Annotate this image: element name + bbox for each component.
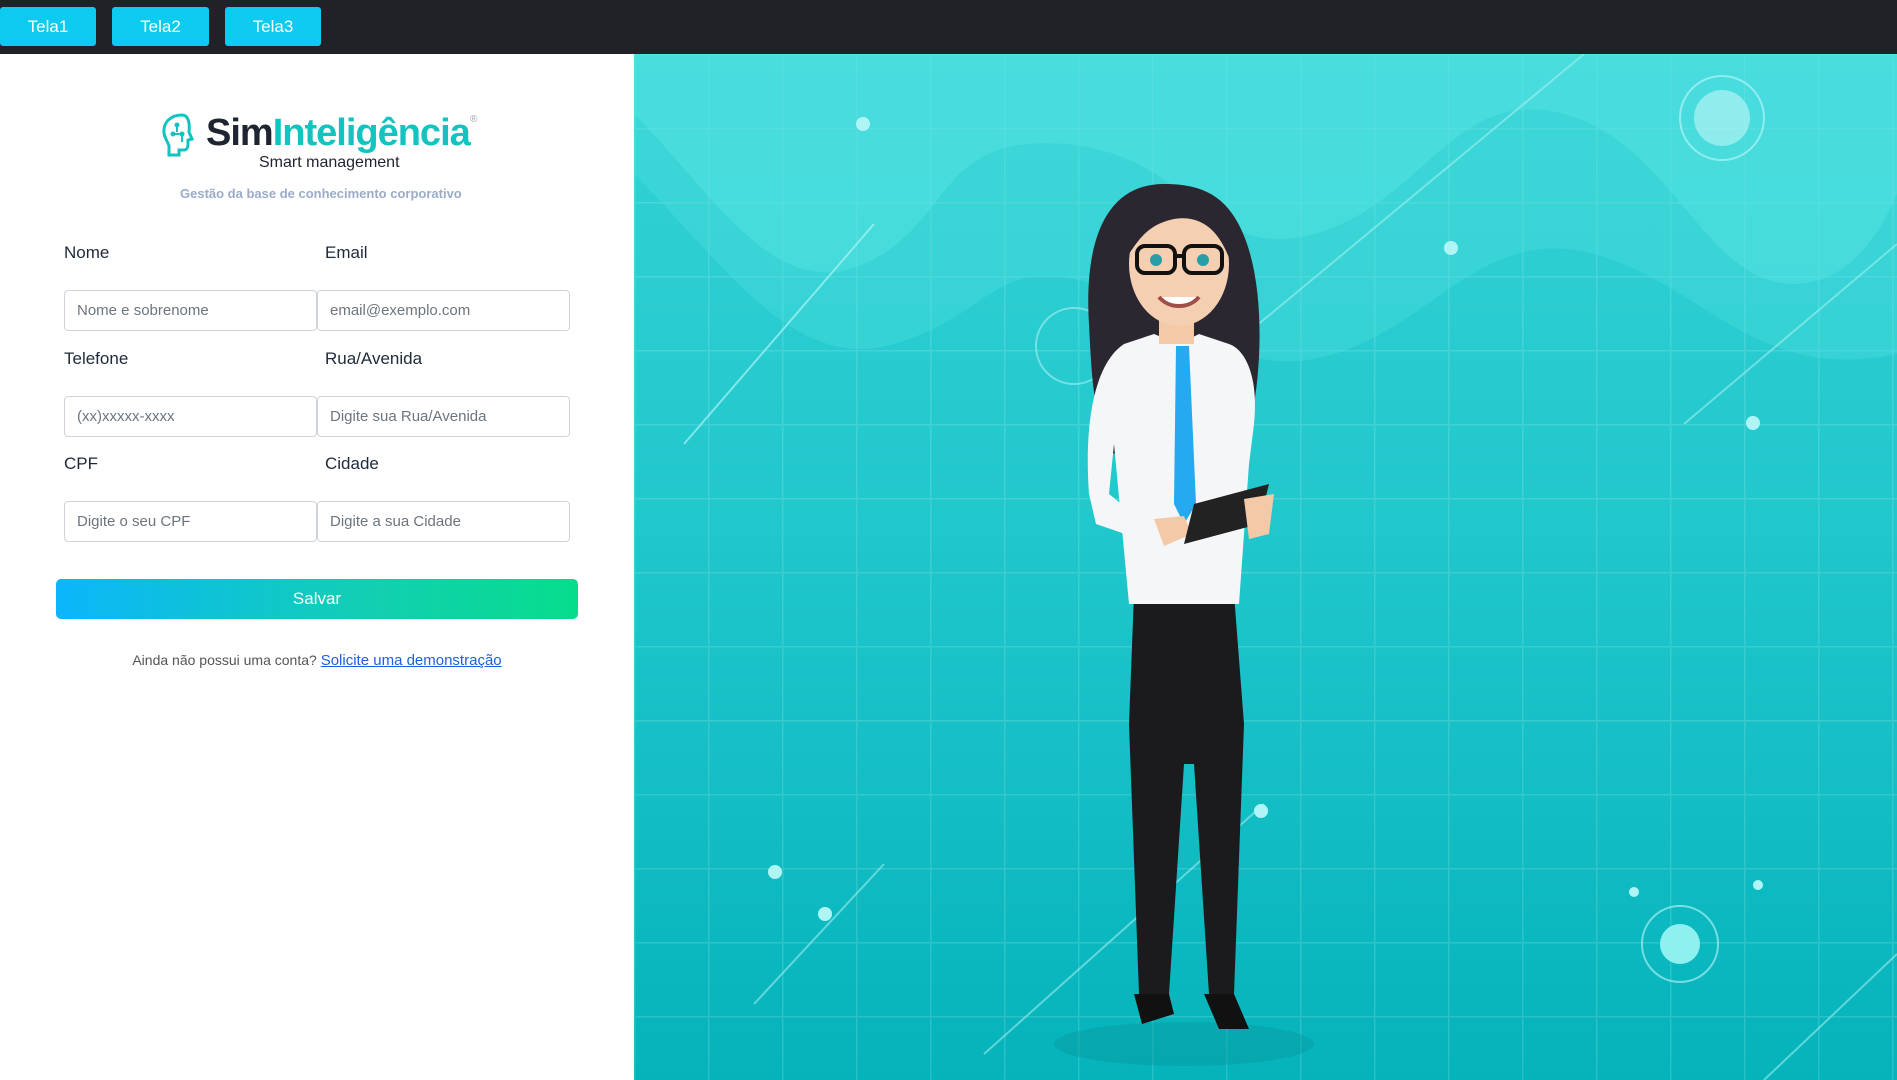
tab-tela3[interactable]: Tela3	[225, 7, 321, 46]
form-panel: SimInteligência ® Smart management Gestã…	[0, 54, 634, 1080]
brand-name: SimInteligência	[206, 112, 471, 154]
rua-label: Rua/Avenida	[325, 349, 423, 368]
signup-prompt: Ainda não possui uma conta? Solicite uma…	[0, 652, 634, 669]
cpf-input[interactable]	[64, 501, 317, 542]
cidade-input[interactable]	[317, 501, 570, 542]
brand-subtitle: Smart management	[259, 154, 400, 171]
brain-circuit-icon	[162, 113, 195, 157]
cidade-label: Cidade	[325, 454, 379, 473]
email-input[interactable]	[317, 290, 570, 331]
businesswoman-figure	[1054, 184, 1314, 1066]
cpf-label: CPF	[64, 454, 98, 473]
brand-logo: SimInteligência ® Smart management Gestã…	[160, 112, 480, 222]
top-nav-bar: Tela1 Tela2 Tela3	[0, 0, 1897, 54]
email-label: Email	[325, 243, 368, 262]
registered-mark: ®	[470, 114, 478, 125]
telefone-label: Telefone	[64, 349, 129, 368]
tab-tela2[interactable]: Tela2	[112, 7, 209, 46]
signup-text: Ainda não possui uma conta?	[132, 652, 317, 668]
save-button[interactable]: Salvar	[56, 579, 578, 619]
tab-tela1[interactable]: Tela1	[0, 7, 96, 46]
brand-tagline: Gestão da base de conhecimento corporati…	[180, 186, 462, 201]
nome-label: Nome	[64, 243, 110, 262]
hero-illustration	[634, 54, 1897, 1080]
nome-input[interactable]	[64, 290, 317, 331]
request-demo-link[interactable]: Solicite uma demonstração	[321, 652, 502, 669]
rua-input[interactable]	[317, 396, 570, 437]
telefone-input[interactable]	[64, 396, 317, 437]
